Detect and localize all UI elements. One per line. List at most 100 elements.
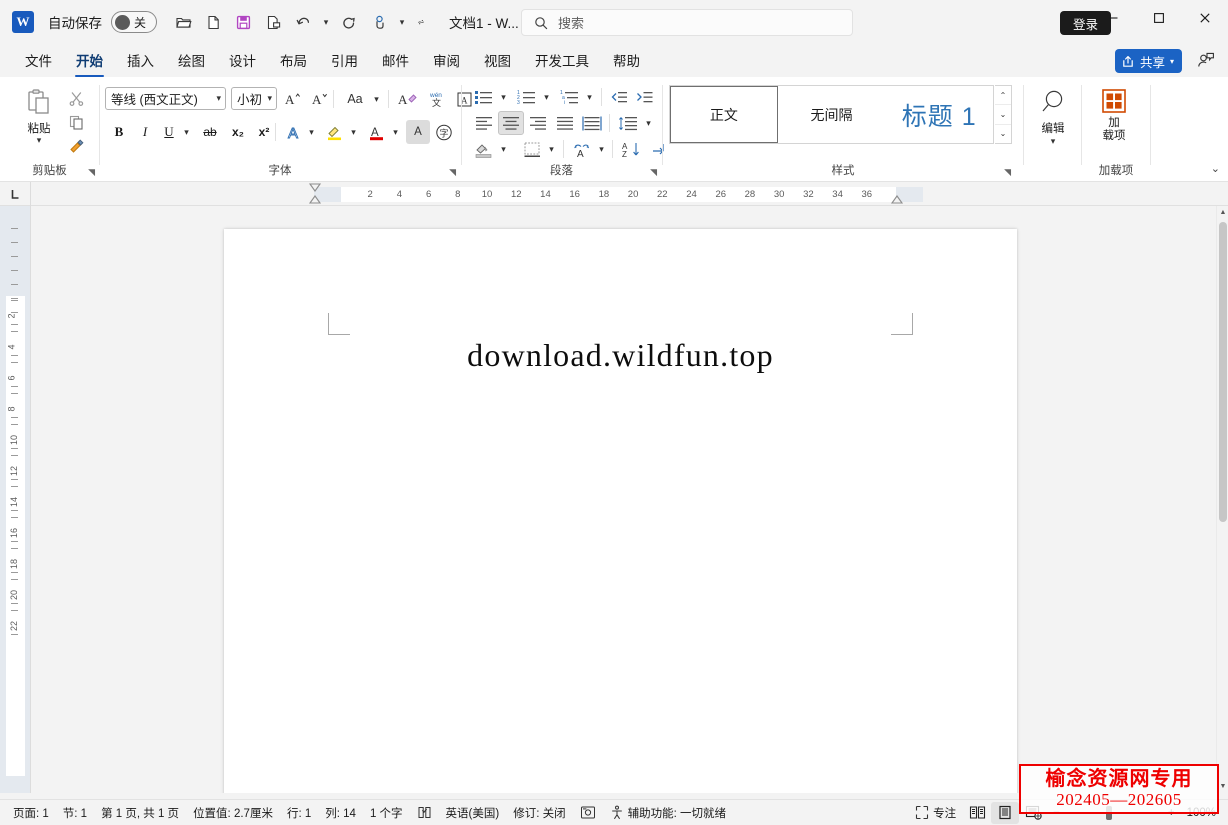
touch-pointer-icon[interactable]: [365, 8, 393, 36]
autosave-toggle[interactable]: 关: [111, 11, 157, 33]
status-track-changes[interactable]: 修订: 关闭: [506, 802, 572, 824]
view-web-layout[interactable]: [1019, 802, 1047, 824]
tab-draw[interactable]: 绘图: [167, 46, 216, 75]
collapse-ribbon-button[interactable]: ⌄: [1211, 162, 1220, 175]
zoom-handle[interactable]: [1105, 805, 1112, 820]
style-normal[interactable]: 正文: [670, 86, 778, 143]
paragraph-dialog-launcher[interactable]: ◥: [650, 168, 657, 177]
strikethrough-button[interactable]: ab: [198, 120, 222, 144]
redo-icon[interactable]: [335, 8, 363, 36]
scroll-up-arrow[interactable]: ▲: [1217, 206, 1228, 219]
scrollbar-thumb[interactable]: [1219, 222, 1227, 522]
font-dialog-launcher[interactable]: ◥: [449, 168, 456, 177]
maximize-button[interactable]: [1136, 0, 1182, 36]
align-left-button[interactable]: [471, 111, 497, 135]
decrease-indent-button[interactable]: [607, 85, 631, 109]
addins-button[interactable]: 加 载项: [1094, 84, 1134, 143]
chevron-down-icon[interactable]: ▾: [1170, 57, 1174, 66]
tab-file[interactable]: 文件: [14, 46, 63, 75]
zoom-level-label[interactable]: 100%: [1181, 807, 1222, 819]
format-painter-button[interactable]: [64, 134, 88, 158]
status-macro-record[interactable]: [573, 802, 603, 824]
status-focus[interactable]: 专注: [908, 802, 963, 824]
numbering-dropdown[interactable]: ▾: [540, 85, 553, 109]
vertical-ruler[interactable]: 2 4 6 8 10 12 14 16 18 20 22: [0, 206, 31, 793]
tab-home[interactable]: 开始: [65, 46, 114, 77]
chevron-down-icon[interactable]: ▾: [1051, 136, 1056, 147]
document-canvas[interactable]: download.wildfun.top: [31, 206, 1217, 793]
status-page-of[interactable]: 第 1 页, 共 1 页: [94, 802, 186, 824]
style-no-spacing[interactable]: 无间隔: [778, 86, 886, 143]
highlight-dropdown[interactable]: ▾: [347, 120, 360, 144]
status-page-number[interactable]: 页面: 1: [6, 802, 56, 824]
character-shading-button[interactable]: A: [406, 120, 430, 144]
touch-dropdown[interactable]: ▾: [395, 8, 409, 36]
tab-stop-selector[interactable]: [0, 182, 31, 206]
font-color-button[interactable]: A: [365, 120, 389, 144]
line-spacing-button[interactable]: [615, 111, 641, 135]
gallery-more[interactable]: ⌄: [995, 125, 1011, 143]
increase-indent-button[interactable]: [633, 85, 657, 109]
chevron-down-icon[interactable]: ▾: [37, 135, 42, 146]
change-case-button[interactable]: Aa: [340, 87, 370, 111]
status-language[interactable]: 英语(美国): [439, 802, 507, 824]
scroll-down-arrow[interactable]: ▼: [1217, 780, 1228, 793]
gallery-scroll-up[interactable]: ⌃: [995, 86, 1011, 106]
view-print-layout[interactable]: [991, 801, 1020, 824]
paste-button[interactable]: 粘贴 ▾: [18, 85, 60, 147]
styles-dialog-launcher[interactable]: ◥: [1004, 168, 1011, 177]
zoom-in-button[interactable]: +: [1162, 807, 1181, 819]
highlight-button[interactable]: [323, 120, 347, 144]
sort-button[interactable]: A Z: [618, 137, 644, 161]
view-read-mode[interactable]: [963, 802, 991, 824]
tab-references[interactable]: 引用: [320, 46, 369, 75]
font-size-combo[interactable]: 小初 ▾: [231, 87, 277, 110]
comment-person-icon[interactable]: [1196, 50, 1216, 75]
bullets-button[interactable]: [471, 85, 497, 109]
font-color-dropdown[interactable]: ▾: [389, 120, 402, 144]
align-right-button[interactable]: [525, 111, 551, 135]
vertical-scrollbar[interactable]: ▲ ▼: [1216, 206, 1228, 793]
subscript-button[interactable]: x₂: [226, 120, 250, 144]
tab-insert[interactable]: 插入: [116, 46, 165, 75]
tab-layout[interactable]: 布局: [269, 46, 318, 75]
close-button[interactable]: [1182, 0, 1228, 36]
pinyin-guide-button[interactable]: A: [569, 137, 595, 161]
clipboard-dialog-launcher[interactable]: ◥: [88, 168, 95, 177]
zoom-out-button[interactable]: −: [1047, 807, 1066, 819]
align-center-button[interactable]: [498, 111, 524, 135]
clear-formatting-button[interactable]: A: [396, 87, 420, 111]
tab-review[interactable]: 审阅: [422, 46, 471, 75]
italic-button[interactable]: I: [133, 120, 157, 144]
tab-developer[interactable]: 开发工具: [524, 46, 600, 75]
multilevel-list-button[interactable]: 1 a i: [557, 85, 583, 109]
customize-qat-icon[interactable]: ⩫: [411, 8, 431, 36]
underline-dropdown[interactable]: ▾: [180, 120, 193, 144]
status-position[interactable]: 位置值: 2.7厘米: [186, 802, 280, 824]
zoom-slider[interactable]: [1066, 802, 1162, 824]
bullets-dropdown[interactable]: ▾: [497, 85, 510, 109]
tab-view[interactable]: 视图: [473, 46, 522, 75]
change-case-dropdown[interactable]: ▾: [370, 87, 383, 111]
text-effects-button[interactable]: A: [282, 120, 306, 144]
phonetic-guide-button[interactable]: wén 文: [424, 87, 448, 111]
tab-help[interactable]: 帮助: [602, 46, 651, 75]
tab-design[interactable]: 设计: [218, 46, 267, 75]
distribute-button[interactable]: [579, 111, 605, 135]
share-button[interactable]: 共享 ▾: [1114, 49, 1182, 73]
font-name-combo[interactable]: 等线 (西文正文) ▾: [105, 87, 226, 110]
gallery-scroll-down[interactable]: ⌄: [995, 105, 1011, 125]
copy-button[interactable]: [64, 110, 88, 134]
editing-button[interactable]: 编辑 ▾: [1032, 85, 1074, 148]
superscript-button[interactable]: x²: [252, 120, 276, 144]
status-word-count[interactable]: 1 个字: [363, 802, 410, 824]
status-accessibility[interactable]: 辅助功能: 一切就绪: [603, 802, 733, 824]
document-page[interactable]: download.wildfun.top: [224, 229, 1017, 793]
numbering-button[interactable]: 1 2 3: [514, 85, 540, 109]
underline-button[interactable]: U: [157, 120, 181, 144]
undo-icon[interactable]: [289, 8, 317, 36]
text-effects-dropdown[interactable]: ▾: [305, 120, 318, 144]
grow-font-button[interactable]: A: [280, 87, 304, 111]
style-heading-1[interactable]: 标题 1: [885, 86, 993, 143]
save-icon[interactable]: [229, 8, 257, 36]
